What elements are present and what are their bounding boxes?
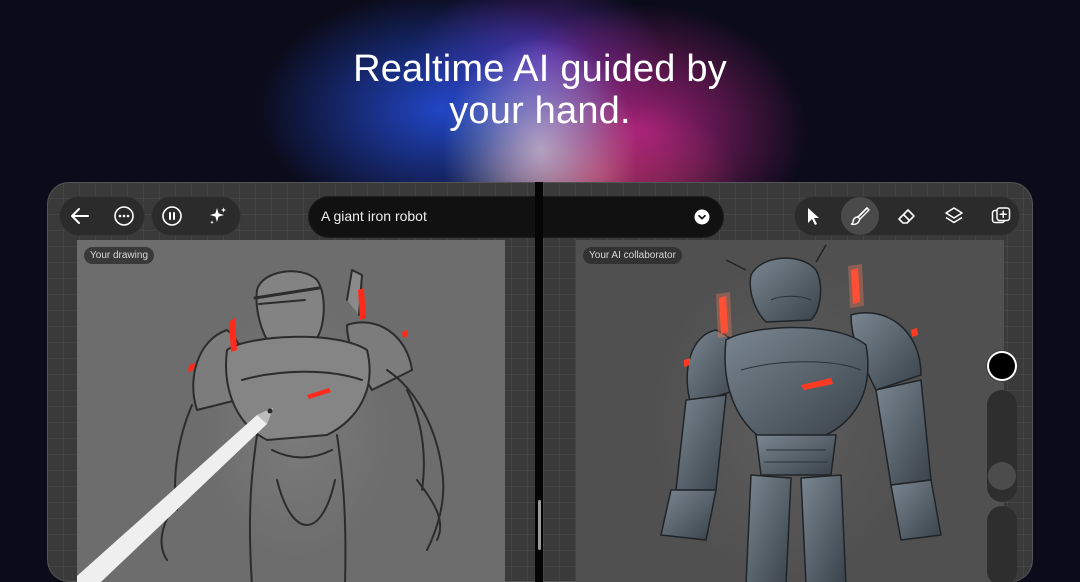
eraser-tool-button[interactable] <box>888 197 926 235</box>
drawing-canvas[interactable]: Your drawing <box>77 240 505 582</box>
enhance-button[interactable] <box>199 197 237 235</box>
sparkle-icon <box>210 207 226 225</box>
layers-icon <box>945 207 963 224</box>
ai-collaborator-label: Your AI collaborator <box>583 247 682 264</box>
robot-render <box>660 244 942 582</box>
layers-button[interactable] <box>935 197 973 235</box>
more-options-button[interactable] <box>105 197 143 235</box>
split-handle[interactable] <box>538 500 541 550</box>
robot-sketch <box>77 269 445 582</box>
select-cursor-icon <box>808 208 819 225</box>
ai-output-canvas: Your AI collaborator <box>576 240 1004 582</box>
brush-color-swatch[interactable] <box>986 350 1018 382</box>
headline-line-1: Realtime AI guided by <box>353 48 727 90</box>
pause-button[interactable] <box>153 197 191 235</box>
pause-icon <box>162 206 182 226</box>
back-arrow-icon <box>71 208 89 224</box>
eraser-icon <box>898 209 915 224</box>
back-button[interactable] <box>61 197 99 235</box>
chevron-down-icon[interactable] <box>694 209 710 225</box>
more-options-icon <box>114 206 134 226</box>
tools-pill <box>794 196 1020 236</box>
prompt-selector[interactable]: A giant iron robot <box>308 196 724 238</box>
add-canvas-button[interactable] <box>982 197 1020 235</box>
generation-controls-pill <box>151 196 241 236</box>
stylus-pencil <box>77 408 273 582</box>
brush-icon <box>850 207 870 226</box>
headline-line-2: your hand. <box>449 90 631 132</box>
tablet-app-window: A giant iron robot Your drawing Your AI … <box>47 182 1033 582</box>
add-canvas-icon <box>991 207 1011 224</box>
current-color-dot <box>989 353 1015 379</box>
brush-tool-button[interactable] <box>841 197 879 235</box>
headline: Realtime AI guided by your hand. <box>0 48 1080 132</box>
brush-size-slider-knob[interactable] <box>988 462 1016 490</box>
prompt-text: A giant iron robot <box>321 208 427 224</box>
your-drawing-label: Your drawing <box>84 247 155 264</box>
select-tool-button[interactable] <box>794 197 832 235</box>
brush-opacity-slider[interactable] <box>987 506 1017 582</box>
navigation-pill <box>59 196 145 236</box>
